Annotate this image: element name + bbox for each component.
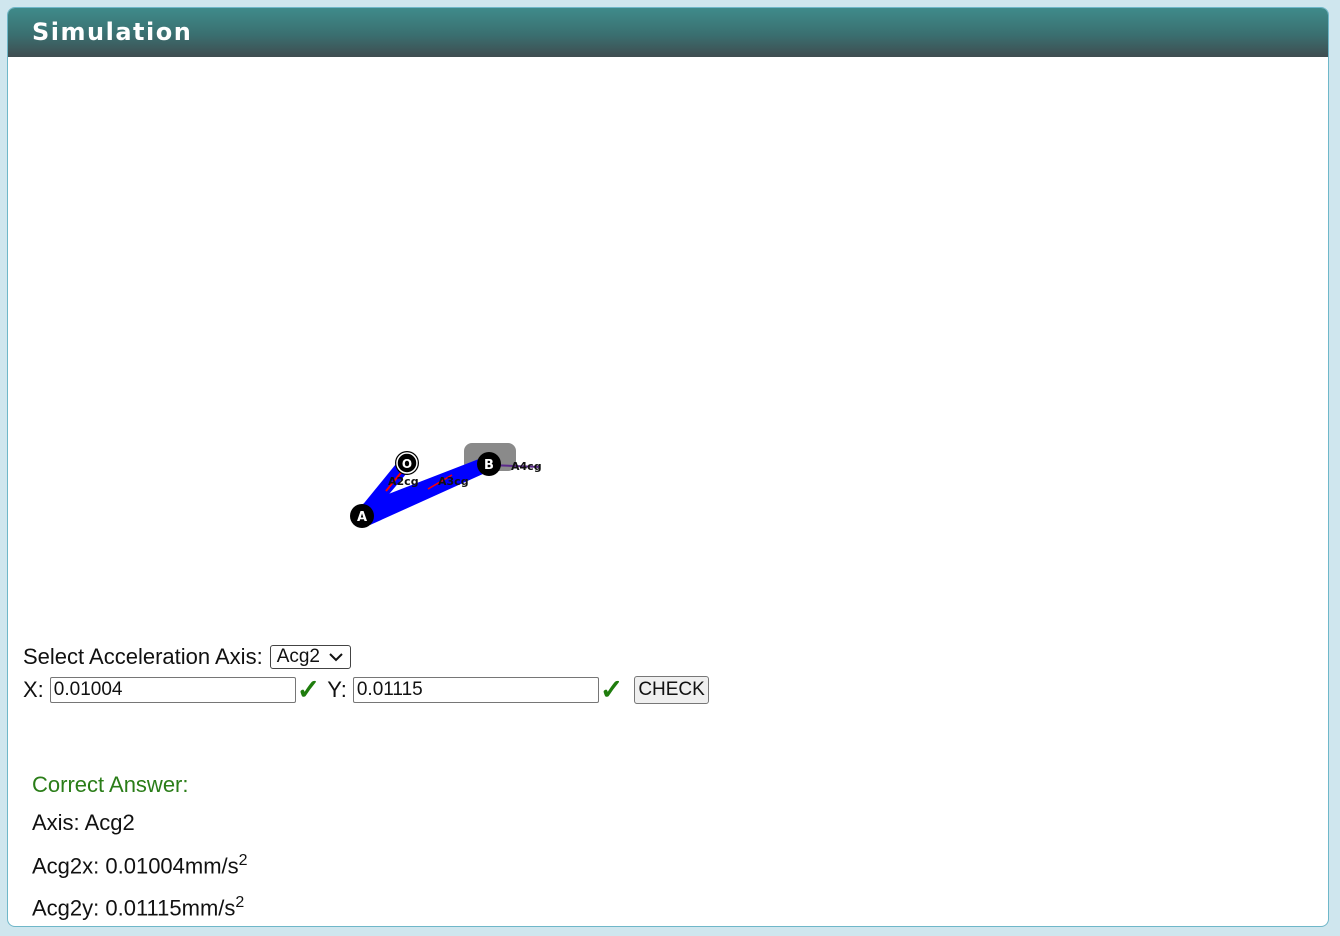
x-input[interactable]: [49, 677, 296, 703]
panel-title: Simulation: [8, 8, 1328, 57]
link-label-a2cg: A2cg: [388, 475, 419, 488]
joint-a[interactable]: A: [350, 504, 374, 528]
correct-answer-title: Correct Answer:: [32, 772, 189, 797]
y-label: Y:: [327, 677, 347, 702]
axis-select-value: Acg2: [276, 646, 320, 667]
x-label: X:: [23, 677, 44, 702]
answer-acg2y: Acg2y: 0.01115mm/s2: [32, 894, 248, 926]
mechanism-drawing: A2cg A3cg A4cg A B O: [350, 443, 542, 528]
input-controls: Select Acceleration Axis: Acg2 X: ✓ Y: ✓…: [23, 644, 709, 710]
joint-b[interactable]: B: [477, 452, 501, 476]
check-button[interactable]: CHECK: [634, 676, 709, 704]
answer-acg2x: Acg2x: 0.01004mm/s2: [32, 852, 248, 894]
answer-acg2y-value: Acg2y: 0.01115mm/s: [32, 895, 236, 921]
joint-label-b: B: [484, 458, 494, 473]
joint-label-a: A: [357, 510, 367, 525]
chevron-down-icon: [329, 653, 343, 662]
answer-axis: Axis: Acg2: [32, 810, 135, 835]
answer-acg2y-exponent: 2: [235, 894, 245, 911]
link-label-a4cg: A4cg: [511, 460, 542, 473]
link-label-a3cg: A3cg: [438, 475, 469, 488]
y-valid-check-icon: ✓: [599, 674, 624, 705]
joint-o[interactable]: O: [395, 451, 419, 475]
y-input[interactable]: [352, 677, 599, 703]
answer-acg2x-value: Acg2x: 0.01004mm/s: [32, 853, 239, 879]
joint-label-o: O: [402, 457, 412, 471]
xy-input-row: X: ✓ Y: ✓ CHECK: [23, 670, 709, 710]
axis-select[interactable]: Acg2: [269, 645, 351, 669]
axis-select-label: Select Acceleration Axis:: [23, 644, 263, 669]
axis-select-row: Select Acceleration Axis: Acg2: [23, 644, 709, 670]
x-valid-check-icon: ✓: [296, 674, 321, 705]
answer-acg2x-exponent: 2: [238, 852, 248, 869]
simulation-canvas[interactable]: A2cg A3cg A4cg A B O: [8, 57, 1328, 637]
correct-answer-section: Correct Answer: Axis: Acg2 Acg2x: 0.0100…: [32, 772, 248, 926]
simulation-panel: Simulation A2cg A3cg A4cg A B O Select A…: [7, 7, 1329, 927]
